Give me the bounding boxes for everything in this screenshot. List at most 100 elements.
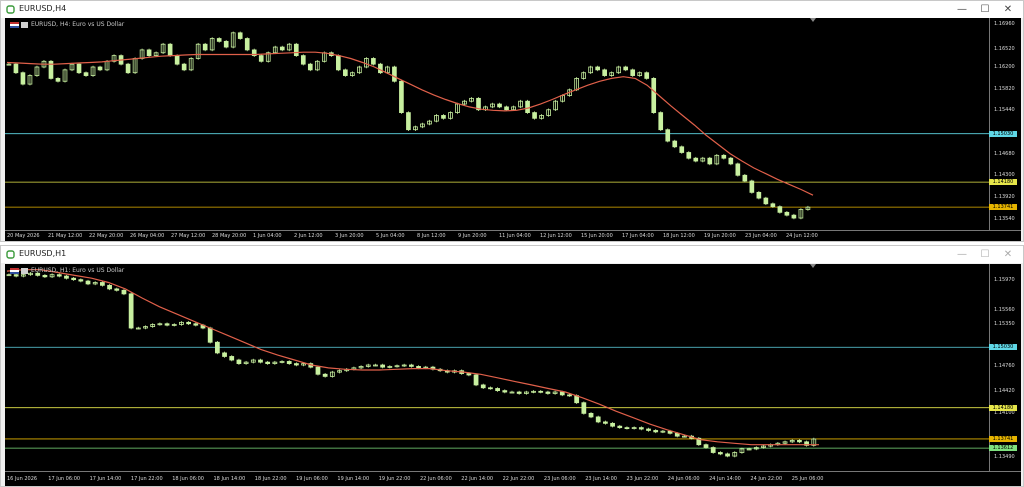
chart-shift-marker[interactable] [810, 264, 816, 268]
candle-body [749, 180, 755, 193]
candle-body [646, 428, 651, 431]
price-tick-label: 1.16200 [994, 64, 1015, 70]
price-scale[interactable]: 1.15970 1.15560 1.15350 1.14760 1.14420 1.141… [989, 264, 1021, 471]
candle-body [216, 38, 222, 42]
minimize-button[interactable]: — [951, 2, 973, 17]
candle-body [665, 129, 671, 142]
candle-body [707, 157, 713, 165]
window-titlebar[interactable]: EURUSD,H4 — ☐ ✕ [1, 1, 1023, 18]
minimize-button[interactable]: — [951, 247, 973, 262]
time-tick-label: 23 Jun 04:00 [745, 233, 777, 239]
time-tick-label: 22 Jun 22:00 [502, 476, 535, 482]
time-tick-label: 25 Jun 06:00 [791, 476, 824, 482]
candle-body [64, 275, 69, 279]
candle-body [651, 78, 657, 114]
time-tick-label: 22 Jun 06:00 [420, 476, 452, 482]
candle-body [581, 402, 587, 414]
candle-body [100, 282, 105, 286]
candle-body [617, 425, 623, 429]
candle-body [399, 80, 404, 114]
candle-body [71, 277, 77, 281]
candle-body [97, 66, 103, 71]
candle-body [717, 452, 723, 455]
candle-body [300, 55, 306, 65]
time-tick-label: 17 Jun 22:00 [130, 476, 163, 482]
time-tick-label: 19 Jun 14:00 [337, 476, 370, 482]
price-level-tag: 1.13612 [989, 445, 1017, 452]
candle-body [378, 63, 383, 74]
flag-icon [10, 21, 19, 28]
chart-shift-marker[interactable] [810, 18, 816, 22]
close-button[interactable]: ✕ [997, 247, 1019, 262]
symbol-info-text: EURUSD, H4: Euro vs US Dollar [31, 21, 125, 28]
time-tick-label: 19 Jun 06:00 [296, 476, 328, 482]
maximize-button[interactable]: ☐ [974, 2, 996, 17]
price-scale[interactable]: 1.16960 1.16520 1.16200 1.15820 1.15440 1.146… [989, 18, 1021, 230]
time-tick-label: 22 May 20:00 [89, 233, 124, 239]
chart-window-icon [6, 5, 15, 14]
candle-body [380, 364, 386, 368]
maximize-button[interactable]: ☐ [974, 247, 996, 262]
time-tick-label: 5 Jun 04:00 [376, 233, 405, 239]
window-titlebar[interactable]: EURUSD,H1 — ☐ ✕ [1, 246, 1023, 263]
price-tick-label: 1.13920 [994, 193, 1015, 200]
price-tick-label: 1.13540 [994, 215, 1015, 222]
candle-body [502, 390, 508, 393]
candle-body [236, 359, 242, 364]
price-chart-h1[interactable]: EURUSD, H1: Euro vs US Dollar 1.15970 1.1… [5, 264, 1021, 486]
candle-body [76, 63, 82, 74]
candle-body [315, 366, 321, 375]
candle-body [293, 43, 299, 57]
time-tick-label: 2 Jun 12:00 [294, 233, 323, 239]
time-scale[interactable]: 16 Jun 2026 17 Jun 06:00 17 Jun 14:00 17 Ju… [5, 471, 1021, 486]
candle-body [516, 391, 522, 394]
candle-body [107, 284, 112, 290]
candlestick-plot-h1[interactable] [5, 264, 990, 471]
time-tick-label: 3 Jun 20:00 [335, 233, 364, 239]
candle-body [538, 390, 544, 393]
candle-body [735, 163, 741, 176]
candle-body [114, 288, 120, 291]
time-tick-label: 27 May 12:00 [171, 233, 206, 239]
time-tick-label: 21 May 12:00 [48, 233, 83, 239]
time-tick-label: 19 Jun 20:00 [704, 233, 736, 239]
candle-body [545, 391, 551, 394]
symbol-info-text: EURUSD, H1: Euro vs US Dollar [31, 267, 125, 274]
candle-body [784, 211, 790, 216]
candle-body [279, 46, 285, 51]
candle-body [480, 384, 486, 389]
candlestick-plot-h4[interactable] [5, 18, 990, 230]
candle-body [214, 341, 220, 354]
price-tick-label: 1.15560 [994, 306, 1015, 313]
candle-body [466, 373, 472, 376]
price-chart-h4[interactable]: EURUSD, H4: Euro vs US Dollar 1.16960 1.1… [5, 18, 1021, 241]
candle-body [686, 152, 692, 159]
candle-body [703, 444, 709, 448]
indicator-icon [21, 267, 28, 274]
candle-body [128, 293, 134, 329]
chart-window-h4: EURUSD,H4 — ☐ ✕ EURUSD, H4: Euro vs US D… [0, 0, 1024, 242]
candle-body [258, 55, 264, 62]
candle-body [202, 43, 208, 51]
price-level-tag: 1.14180 [989, 179, 1017, 186]
time-tick-label: 23 Jun 22:00 [626, 476, 659, 482]
candle-body [409, 364, 414, 367]
time-tick-label: 11 Jun 04:00 [499, 233, 531, 239]
candle-body [406, 112, 411, 131]
candle-body [222, 352, 227, 357]
candle-body [567, 394, 572, 397]
close-button[interactable]: ✕ [997, 2, 1019, 17]
candle-body [371, 58, 376, 65]
time-tick-label: 18 Jun 22:00 [254, 476, 287, 482]
time-scale[interactable]: 20 May 2026 21 May 12:00 22 May 20:00 26 Ma… [5, 230, 1021, 241]
candle-body [644, 72, 650, 79]
candle-body [265, 361, 271, 364]
candle-body [777, 206, 783, 213]
price-tick-label: 1.14680 [994, 150, 1015, 157]
candle-body [237, 32, 243, 39]
time-tick-label: 17 Jun 04:00 [622, 233, 654, 239]
candle-body [322, 373, 328, 377]
candle-body [559, 391, 565, 396]
candle-body [146, 49, 152, 57]
time-tick-label: 18 Jun 12:00 [663, 233, 695, 239]
